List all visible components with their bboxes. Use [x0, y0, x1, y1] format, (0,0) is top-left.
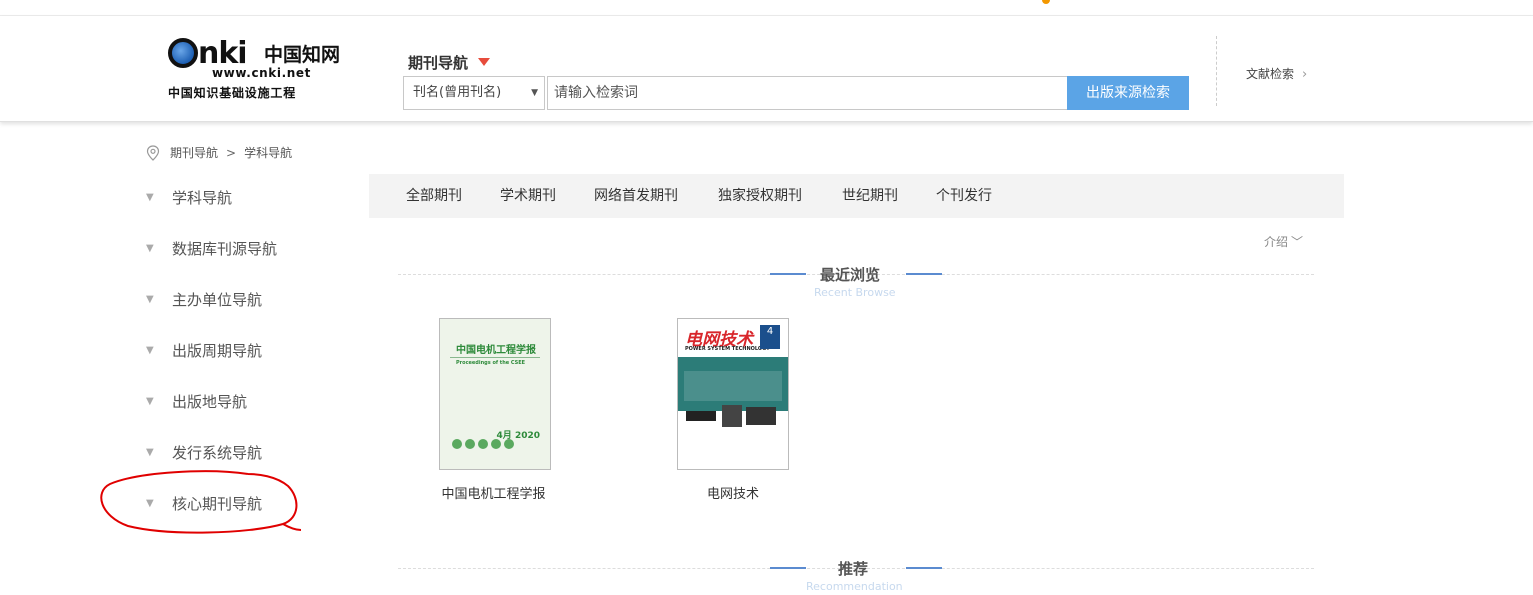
- breadcrumb-item-journal-nav[interactable]: 期刊导航: [170, 144, 218, 161]
- recommend-accent-left: [770, 567, 806, 569]
- intro-toggle[interactable]: 介绍 ﹀: [1264, 233, 1303, 250]
- recommend-section-subtitle: Recommendation: [806, 580, 903, 593]
- chevron-down-icon: ▼: [146, 395, 154, 407]
- sidebar-item-publication-place[interactable]: ▼ 出版地导航: [146, 389, 247, 413]
- tab-individual-issue[interactable]: 个刊发行: [936, 174, 992, 218]
- header: nki 中国知网 www.cnki.net 中国知识基础设施工程 期刊导航 刊名…: [0, 16, 1533, 122]
- logo-subtitle: 中国知识基础设施工程: [168, 86, 297, 100]
- chevron-down-icon: ▼: [146, 242, 154, 254]
- globe-icon: [168, 38, 198, 68]
- tab-online-first-journals[interactable]: 网络首发期刊: [594, 174, 678, 218]
- logo-url: www.cnki.net: [212, 66, 311, 80]
- breadcrumb-separator: >: [226, 145, 237, 160]
- sidebar-item-label: 学科导航: [172, 188, 233, 207]
- search-field-value: 刊名(曾用刊名): [413, 85, 502, 100]
- journal-name[interactable]: 中国电机工程学报: [436, 483, 551, 502]
- cover-image: [686, 411, 716, 421]
- recent-section-subtitle: Recent Browse: [814, 286, 896, 299]
- recent-section-title: 最近浏览: [820, 266, 881, 284]
- chevron-right-icon: ›: [1302, 67, 1308, 82]
- sidebar-item-sponsor[interactable]: ▼ 主办单位导航: [146, 287, 262, 311]
- chevron-down-icon: ▼: [146, 191, 154, 203]
- sidebar-item-subject[interactable]: ▼ 学科导航: [146, 185, 232, 209]
- red-annotation-circle: [100, 470, 302, 534]
- dropdown-arrow-icon: ▼: [531, 88, 538, 98]
- breadcrumb-item-subject-nav[interactable]: 学科导航: [244, 144, 292, 161]
- tab-academic-journals[interactable]: 学术期刊: [500, 174, 556, 218]
- sidebar-item-distribution[interactable]: ▼ 发行系统导航: [146, 440, 262, 464]
- cover-banner: [684, 371, 782, 401]
- search-field-select[interactable]: 刊名(曾用刊名) ▼: [403, 76, 545, 110]
- cover-subtitle: POWER SYSTEM TECHNOLOGY: [685, 346, 770, 352]
- logo-brand-cn: 中国知网: [264, 44, 341, 66]
- document-search-link[interactable]: 文献检索 ›: [1246, 65, 1307, 82]
- cnki-logo[interactable]: nki 中国知网 www.cnki.net 中国知识基础设施工程: [168, 36, 353, 102]
- sidebar-item-database-source[interactable]: ▼ 数据库刊源导航: [146, 236, 277, 260]
- caret-down-icon: [478, 58, 491, 66]
- chevron-down-icon: ﹀: [1291, 235, 1304, 249]
- cover-subtitle: Proceedings of the CSEE: [456, 360, 526, 366]
- journal-name[interactable]: 电网技术: [677, 483, 789, 502]
- document-search-label: 文献检索: [1246, 67, 1295, 81]
- header-divider: [1216, 36, 1217, 106]
- journal-cover[interactable]: 电网技术 POWER SYSTEM TECHNOLOGY 4: [677, 318, 789, 470]
- journal-card[interactable]: 中国电机工程学报 Proceedings of the CSEE 4月 2020…: [439, 318, 551, 502]
- journal-nav-dropdown[interactable]: 期刊导航: [408, 52, 491, 73]
- recommend-accent-right: [906, 567, 942, 569]
- cover-image: [746, 407, 776, 425]
- top-bar-marker: [1042, 0, 1050, 4]
- recent-accent-right: [906, 273, 942, 275]
- cover-logos: [452, 439, 540, 453]
- journal-cover[interactable]: 中国电机工程学报 Proceedings of the CSEE 4月 2020: [439, 318, 551, 470]
- tab-all-journals[interactable]: 全部期刊: [406, 174, 462, 218]
- journal-card[interactable]: 电网技术 POWER SYSTEM TECHNOLOGY 4 电网技术: [677, 318, 789, 502]
- recommend-section-title: 推荐: [838, 560, 869, 578]
- sidebar-item-label: 发行系统导航: [172, 443, 263, 462]
- sidebar-item-label: 数据库刊源导航: [172, 239, 278, 258]
- search-input[interactable]: [547, 76, 1067, 110]
- tab-century-journals[interactable]: 世纪期刊: [842, 174, 898, 218]
- cover-rule: [450, 357, 540, 358]
- sidebar-item-label: 出版周期导航: [172, 341, 263, 360]
- cover-issue: 4: [760, 325, 780, 349]
- journal-tab-bar: 全部期刊 学术期刊 网络首发期刊 独家授权期刊 世纪期刊 个刊发行: [369, 174, 1344, 218]
- chevron-down-icon: ▼: [146, 293, 154, 305]
- recent-accent-left: [770, 273, 806, 275]
- logo-brand: nki: [168, 36, 248, 71]
- nav-title-label: 期刊导航: [408, 54, 469, 72]
- cover-image: [722, 405, 742, 427]
- intro-label: 介绍: [1264, 235, 1289, 249]
- sidebar-item-publication-cycle[interactable]: ▼ 出版周期导航: [146, 338, 262, 362]
- top-bar: [0, 0, 1533, 16]
- source-search-button[interactable]: 出版来源检索: [1067, 76, 1189, 110]
- chevron-down-icon: ▼: [146, 446, 154, 458]
- location-pin-icon: [146, 144, 160, 161]
- sidebar-item-label: 出版地导航: [172, 392, 248, 411]
- chevron-down-icon: ▼: [146, 344, 154, 356]
- cover-title: 中国电机工程学报: [456, 345, 536, 356]
- breadcrumb: 期刊导航 > 学科导航: [146, 144, 292, 161]
- sidebar-item-label: 主办单位导航: [172, 290, 263, 309]
- tab-exclusive-journals[interactable]: 独家授权期刊: [718, 174, 802, 218]
